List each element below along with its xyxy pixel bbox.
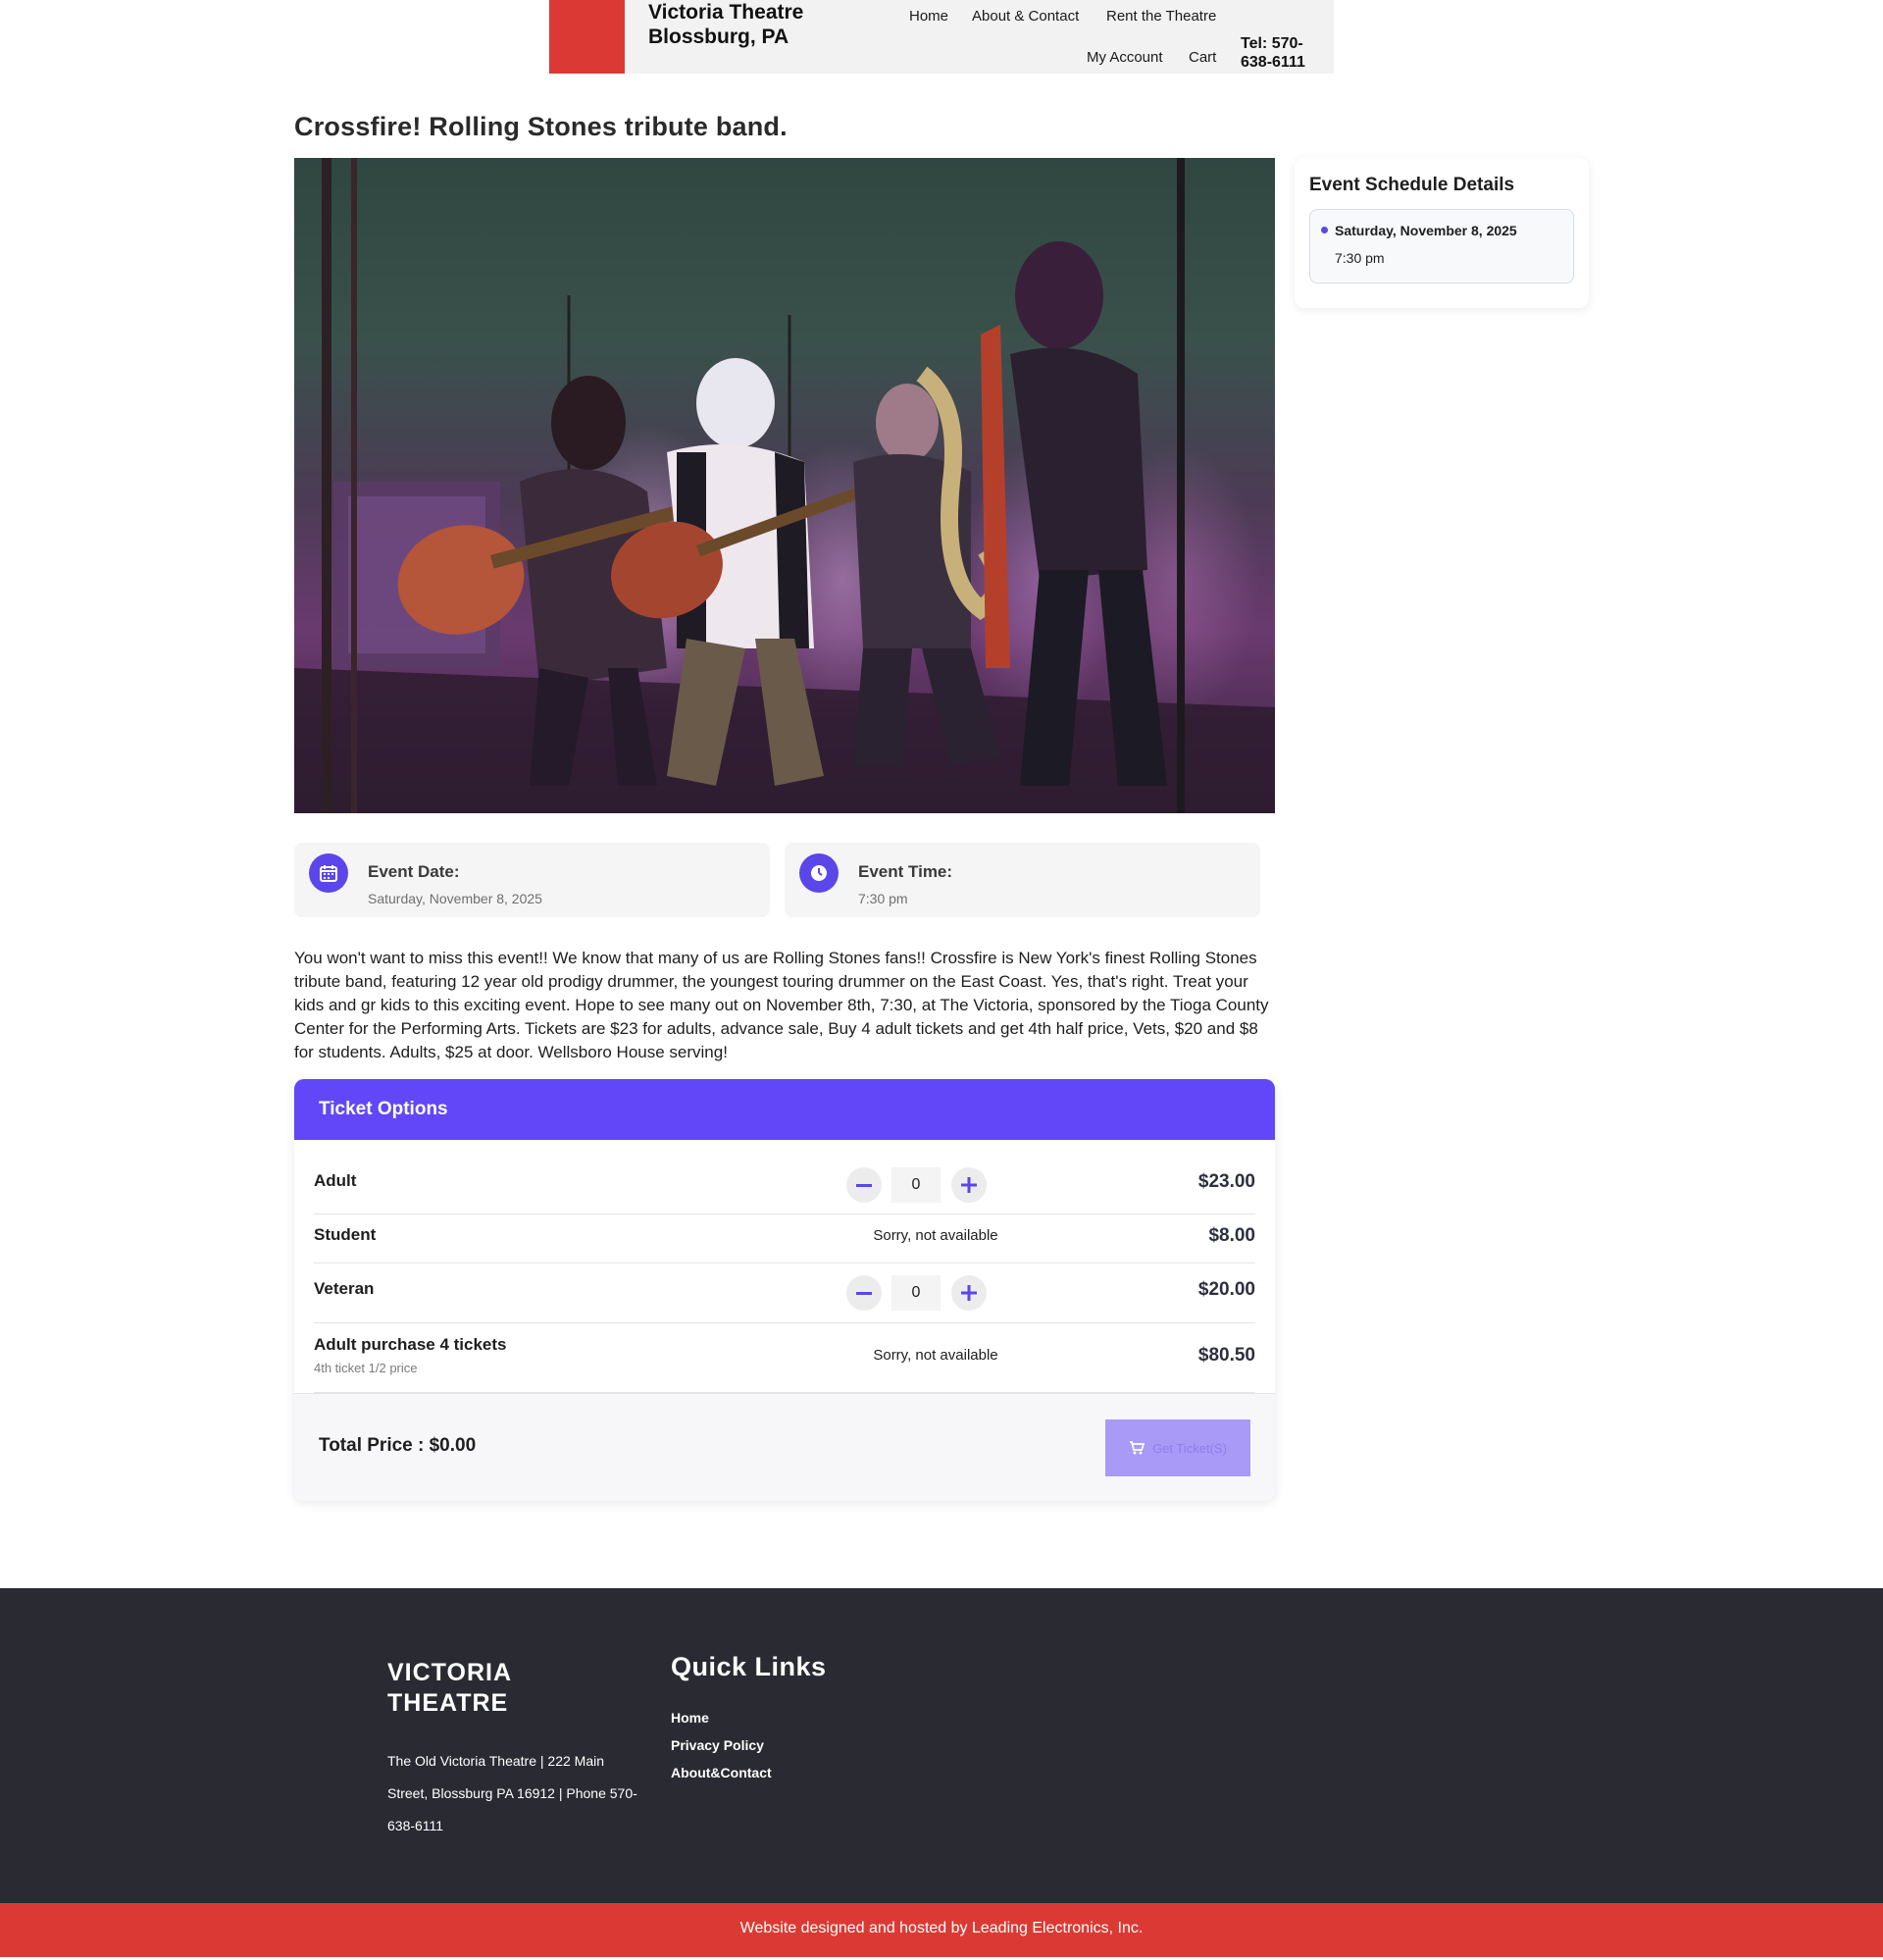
increase-button[interactable] <box>951 1275 987 1311</box>
total-price: Total Price : $0.00 <box>319 1435 477 1456</box>
ticket-options-header: Ticket Options <box>294 1079 1275 1140</box>
ticket-options-panel: Ticket Options Adult $23.00 Student Sorr… <box>294 1079 1275 1501</box>
footer-link-privacy[interactable]: Privacy Policy <box>671 1737 764 1753</box>
band-illustration <box>294 158 1275 813</box>
ticket-subtitle: 4th ticket 1/2 price <box>314 1361 418 1375</box>
nav-my-account[interactable]: My Account <box>1087 49 1163 66</box>
event-date-card: Event Date: Saturday, November 8, 2025 <box>294 843 770 917</box>
event-time-card: Event Time: 7:30 pm <box>785 843 1260 917</box>
minus-icon <box>856 1291 872 1295</box>
site-title[interactable]: Victoria Theatre Blossburg, PA <box>648 0 805 49</box>
nav-home[interactable]: Home <box>909 8 948 25</box>
get-tickets-label: Get Ticket(S) <box>1152 1440 1227 1456</box>
ticket-name: Adult purchase 4 tickets <box>314 1335 507 1354</box>
increase-button[interactable] <box>951 1167 987 1203</box>
ticket-name: Adult <box>314 1171 357 1190</box>
event-title: Crossfire! Rolling Stones tribute band. <box>294 112 788 141</box>
ticket-price: $20.00 <box>1197 1279 1255 1300</box>
event-time-label: Event Time: <box>858 862 953 881</box>
schedule-date: Saturday, November 8, 2025 <box>1335 223 1517 238</box>
ticket-price: $8.00 <box>1208 1225 1255 1246</box>
nav-cart[interactable]: Cart <box>1189 49 1216 66</box>
schedule-time: 7:30 pm <box>1335 250 1385 266</box>
get-tickets-button[interactable]: Get Ticket(S) <box>1105 1419 1250 1476</box>
plus-icon <box>961 1285 977 1301</box>
plus-icon <box>961 1177 977 1193</box>
credit-bar: Website designed and hosted by Leading E… <box>0 1903 1883 1957</box>
ticket-name: Student <box>314 1225 377 1244</box>
quick-links-title: Quick Links <box>671 1652 827 1681</box>
quantity-input[interactable] <box>891 1275 941 1311</box>
nav-rent-theatre[interactable]: Rent the Theatre <box>1106 8 1216 25</box>
minus-icon <box>856 1183 872 1187</box>
decrease-button[interactable] <box>846 1167 882 1203</box>
ticket-name: Veteran <box>314 1279 375 1298</box>
ticket-unavailable: Sorry, not available <box>873 1227 998 1244</box>
ticket-row-adult: Adult $23.00 <box>314 1140 1255 1214</box>
site-footer: VICTORIA THEATRE The Old Victoria Theatr… <box>0 1588 1883 1903</box>
ticket-row-veteran: Veteran $20.00 <box>314 1264 1255 1323</box>
site-logo[interactable] <box>549 0 625 74</box>
event-date-value: Saturday, November 8, 2025 <box>368 891 542 906</box>
header-phone: Tel: 570-638-6111 <box>1241 35 1305 71</box>
ticket-row-student: Student Sorry, not available $8.00 <box>314 1214 1255 1264</box>
footer-link-about-contact[interactable]: About&Contact <box>671 1765 772 1780</box>
ticket-price: $80.50 <box>1197 1345 1255 1366</box>
schedule-title: Event Schedule Details <box>1309 175 1515 195</box>
quantity-stepper-veteran <box>846 1275 987 1311</box>
ticket-unavailable: Sorry, not available <box>873 1347 998 1364</box>
event-description: You won't want to miss this event!! We k… <box>294 949 1269 1061</box>
quantity-stepper-adult <box>846 1167 987 1203</box>
ticket-options-title: Ticket Options <box>319 1099 448 1119</box>
clock-icon <box>799 853 839 893</box>
event-time-value: 7:30 pm <box>858 891 908 906</box>
ticket-row-adult-four: Adult purchase 4 tickets 4th ticket 1/2 … <box>314 1323 1255 1393</box>
quantity-input[interactable] <box>891 1167 941 1203</box>
nav-about-contact[interactable]: About & Contact <box>972 8 1079 25</box>
ticket-price: $23.00 <box>1197 1171 1255 1192</box>
decrease-button[interactable] <box>846 1275 882 1311</box>
bullet-icon <box>1321 227 1328 233</box>
calendar-icon <box>309 853 348 893</box>
footer-address: The Old Victoria Theatre | 222 Main Stre… <box>387 1753 637 1833</box>
ticket-options-footer: Total Price : $0.00 Get Ticket(S) <box>294 1393 1275 1501</box>
footer-brand: VICTORIA THEATRE <box>387 1659 512 1717</box>
footer-link-home[interactable]: Home <box>671 1710 709 1726</box>
credit-text: Website designed and hosted by Leading E… <box>739 1920 1144 1936</box>
event-schedule-panel: Event Schedule Details Saturday, Novembe… <box>1295 158 1589 308</box>
schedule-item[interactable]: Saturday, November 8, 2025 7:30 pm <box>1309 209 1574 284</box>
event-date-label: Event Date: <box>368 862 460 881</box>
event-hero-image <box>294 158 1275 813</box>
cart-icon <box>1130 1441 1145 1455</box>
